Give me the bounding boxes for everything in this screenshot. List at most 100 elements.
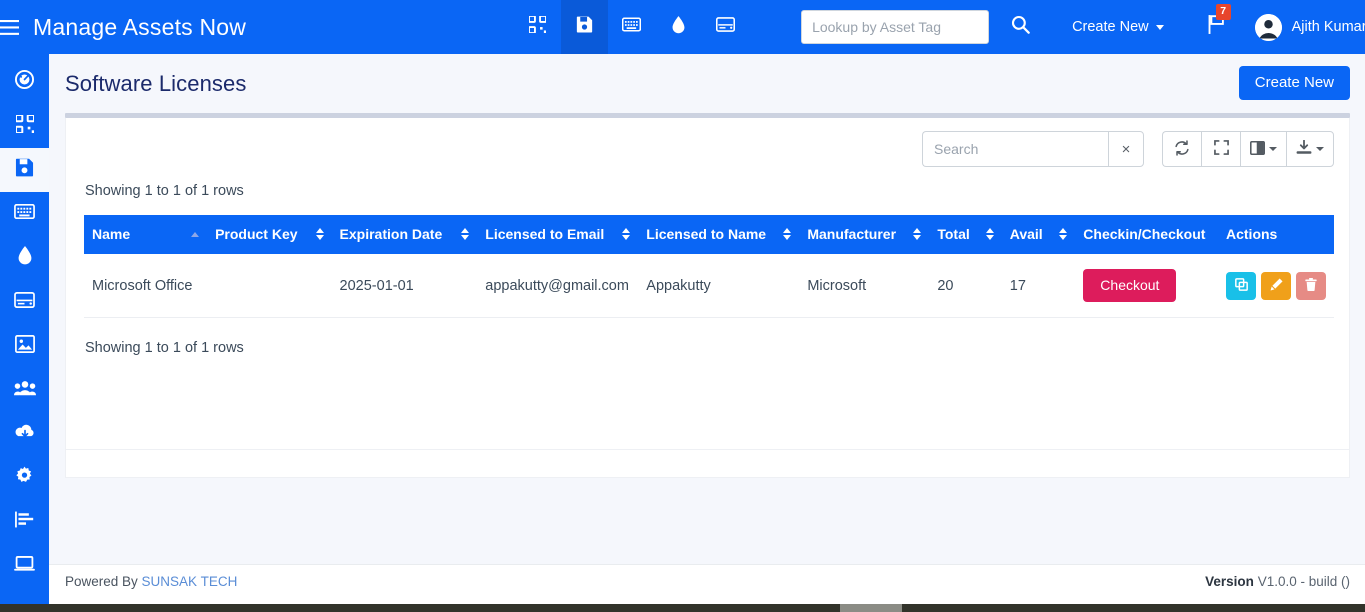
top-nav-icon-group (514, 0, 749, 54)
sort-icon (606, 228, 631, 240)
table-head: Name Product Key Expiration Date License… (84, 215, 1334, 254)
columns-button[interactable] (1240, 131, 1286, 167)
cloud-download-icon (14, 423, 36, 445)
user-name-label: Ajith Kumar (1291, 19, 1365, 35)
rows-info-top: Showing 1 to 1 of 1 rows (85, 183, 244, 199)
nav-licenses-button[interactable] (561, 0, 609, 54)
speedometer-icon (15, 70, 34, 94)
delete-button[interactable] (1296, 271, 1326, 300)
clone-button[interactable] (1226, 271, 1256, 300)
col-total[interactable]: Total (929, 215, 1001, 254)
col-licensed-to-name[interactable]: Licensed to Name (638, 215, 799, 254)
sidebar-item-images[interactable] (0, 324, 49, 368)
avatar (1254, 13, 1282, 41)
licenses-table-wrapper: Name Product Key Expiration Date License… (66, 202, 1349, 318)
page-footer: Powered By SUNSAK TECH Version V1.0.0 - … (49, 564, 1365, 598)
edit-button[interactable] (1261, 271, 1291, 300)
sidebar-item-settings[interactable] (0, 456, 49, 500)
topbar-create-new-dropdown[interactable]: Create New (1072, 19, 1164, 35)
search-input[interactable] (922, 131, 1108, 167)
col-licensed-to-email[interactable]: Licensed to Email (477, 215, 638, 254)
laptop-icon (14, 555, 35, 577)
powered-by-prefix: Powered By (65, 574, 142, 589)
licenses-table: Name Product Key Expiration Date License… (84, 215, 1334, 318)
sort-icon (1043, 228, 1068, 240)
chevron-down-icon (1155, 24, 1164, 30)
app-brand-title: Manage Assets Now (33, 13, 247, 40)
hamburger-menu-button[interactable] (0, 0, 19, 54)
asset-tag-lookup-input[interactable] (801, 10, 990, 44)
version-info: Version V1.0.0 - build () (1205, 574, 1350, 589)
sidebar-item-users[interactable] (0, 368, 49, 412)
sidebar-item-consumables[interactable] (0, 236, 49, 280)
sidebar-item-accessories[interactable] (0, 192, 49, 236)
sidebar-item-assets[interactable] (0, 544, 49, 588)
col-checkin-checkout: Checkin/Checkout (1075, 215, 1218, 254)
sidebar-item-import[interactable] (0, 412, 49, 456)
export-button[interactable] (1286, 131, 1334, 167)
floppy-save-icon (15, 158, 34, 182)
sidebar-item-components[interactable] (0, 280, 49, 324)
keyboard-icon (621, 17, 642, 37)
keyboard-icon (14, 203, 35, 224)
table-search-group: × (922, 131, 1144, 167)
col-manufacturer[interactable]: Manufacturer (799, 215, 929, 254)
scrollbar-thumb[interactable] (840, 604, 902, 612)
image-icon (14, 334, 35, 358)
powered-by-link[interactable]: SUNSAK TECH (142, 574, 238, 589)
col-product-key-label: Product Key (215, 226, 298, 242)
cell-licensed-to-email: appakutty@gmail.com (477, 254, 639, 318)
user-menu-dropdown[interactable]: Ajith Kumar (1254, 13, 1365, 41)
checkout-button[interactable]: Checkout (1083, 269, 1177, 302)
col-total-label: Total (937, 226, 970, 242)
hamburger-icon (0, 19, 19, 35)
search-clear-button[interactable]: × (1108, 131, 1144, 167)
columns-icon (1249, 140, 1266, 158)
content-card: × (65, 118, 1350, 478)
sidebar-item-qrcode[interactable] (0, 104, 49, 148)
sort-icon (175, 231, 200, 237)
sort-icon (897, 228, 922, 240)
fullscreen-icon (1213, 140, 1229, 158)
col-product-key[interactable]: Product Key (207, 215, 331, 254)
col-actions-label: Actions (1226, 226, 1278, 242)
nav-consumables-button[interactable] (655, 0, 702, 54)
fullscreen-button[interactable] (1201, 131, 1240, 167)
cell-licensed-to-name: Appakutty (638, 254, 800, 318)
main-content-area: Software Licenses Create New × (49, 54, 1365, 598)
nav-components-button[interactable] (702, 0, 749, 54)
col-expiration-date[interactable]: Expiration Date (332, 215, 478, 254)
sidebar-item-licenses[interactable] (0, 148, 49, 192)
hard-drive-icon (716, 17, 736, 37)
nav-qrcode-button[interactable] (514, 0, 561, 54)
top-navigation-bar: Manage Assets Now Lookup by Asset Tag Cr… (0, 0, 1365, 54)
sidebar-item-reports[interactable] (0, 500, 49, 544)
sidebar-item-dashboard[interactable] (0, 60, 49, 104)
nav-accessories-button[interactable] (608, 0, 655, 54)
sort-icon (970, 228, 994, 240)
refresh-icon (1174, 139, 1190, 159)
hard-drive-icon (14, 291, 35, 313)
page-header: Software Licenses Create New (49, 54, 1365, 113)
col-avail[interactable]: Avail (1002, 215, 1076, 254)
powered-by: Powered By SUNSAK TECH (65, 574, 237, 589)
horizontal-scrollbar[interactable] (0, 604, 1365, 612)
water-drop-icon (18, 246, 32, 270)
table-toolbar: × (66, 118, 1349, 180)
copy-icon (1234, 277, 1248, 294)
cell-actions (1218, 254, 1334, 318)
users-icon (13, 380, 36, 401)
top-search-button[interactable] (1011, 7, 1030, 47)
notifications-flag-button[interactable]: 7 (1208, 4, 1231, 43)
sort-icon (300, 228, 324, 240)
search-icon (1011, 15, 1030, 39)
cell-checkin-checkout: Checkout (1075, 254, 1218, 318)
floppy-save-icon (576, 16, 593, 38)
water-drop-icon (672, 15, 685, 39)
sort-icon (445, 228, 470, 240)
table-row[interactable]: Microsoft Office 2025-01-01 appakutty@gm… (84, 254, 1334, 318)
col-checkin-checkout-label: Checkin/Checkout (1083, 226, 1206, 242)
refresh-button[interactable] (1162, 131, 1201, 167)
create-new-button[interactable]: Create New (1238, 66, 1350, 100)
col-name[interactable]: Name (84, 215, 207, 254)
